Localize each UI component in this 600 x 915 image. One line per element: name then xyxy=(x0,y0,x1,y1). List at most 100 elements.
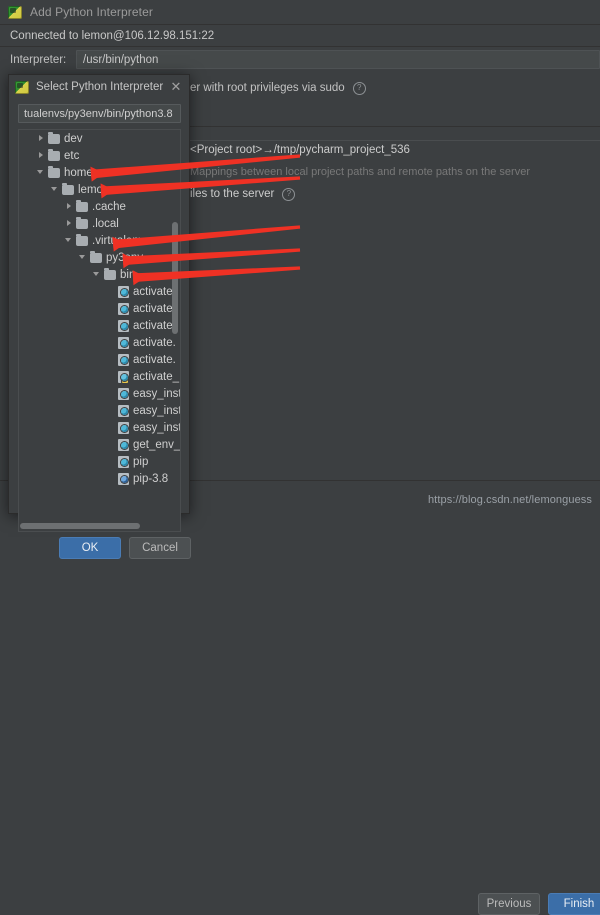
file-tree-list[interactable]: dev etc home lemon .cache .local .virtualenvs p… xyxy=(19,130,181,532)
tree-spacer xyxy=(107,355,116,364)
tree-item-lemon[interactable]: lemon xyxy=(19,181,181,198)
tree-spacer xyxy=(107,287,116,296)
chevron-down-icon[interactable] xyxy=(79,253,88,262)
tree-item-home[interactable]: home xyxy=(19,164,181,181)
tree-item-label: easy_inst xyxy=(133,405,181,417)
help-circle-icon[interactable]: ? xyxy=(282,188,295,201)
tree-item-etc[interactable]: etc xyxy=(19,147,181,164)
pycharm-app-icon xyxy=(8,6,22,19)
folder-icon xyxy=(104,270,116,280)
python-file-icon xyxy=(118,405,129,417)
tree-item-local[interactable]: .local xyxy=(19,215,181,232)
python-file-icon xyxy=(118,473,129,485)
tree-spacer xyxy=(107,338,116,347)
tree-item-label: activate. xyxy=(133,303,176,315)
chevron-right-icon[interactable] xyxy=(65,219,74,228)
tree-item-label: pip xyxy=(133,456,148,468)
python-file-icon xyxy=(118,286,129,298)
tree-item-activate[interactable]: activate. xyxy=(19,334,181,351)
tree-item-activate[interactable]: activate. xyxy=(19,317,181,334)
watermark-text: https://blog.csdn.net/lemonguess xyxy=(428,494,592,506)
interpreter-row: Interpreter: /usr/bin/python xyxy=(0,47,600,72)
tree-item-py3env[interactable]: py3env xyxy=(19,249,181,266)
tree-spacer xyxy=(107,406,116,415)
tree-item-label: activate. xyxy=(133,320,176,332)
finish-button[interactable]: Finish xyxy=(548,893,600,915)
python-file-icon xyxy=(118,371,129,383)
main-dialog-titlebar: Add Python Interpreter xyxy=(0,0,600,24)
tree-vertical-scrollbar[interactable] xyxy=(172,222,178,334)
tree-item-activate[interactable]: activate. xyxy=(19,300,181,317)
main-dialog-title: Add Python Interpreter xyxy=(30,5,153,19)
interpreter-path-value: tualenvs/py3env/bin/python3.8 xyxy=(24,108,173,120)
tree-item-pip38[interactable]: pip-3.8 xyxy=(19,470,181,487)
help-circle-icon[interactable]: ? xyxy=(353,82,366,95)
tree-item-easyinst[interactable]: easy_inst xyxy=(19,385,181,402)
tree-item-label: etc xyxy=(64,150,79,162)
python-file-icon xyxy=(118,303,129,315)
tree-item-label: pip-3.8 xyxy=(133,473,168,485)
tree-item-label: .local xyxy=(92,218,119,230)
tree-item-label: activate. xyxy=(133,337,176,349)
chevron-down-icon[interactable] xyxy=(37,168,46,177)
tree-item-label: easy_inst xyxy=(133,422,181,434)
tree-item-label: py3env xyxy=(106,252,143,264)
tree-item-easyinst[interactable]: easy_inst xyxy=(19,419,181,436)
select-python-interpreter-dialog: Select Python Interpreter ✕ tualenvs/py3… xyxy=(8,74,190,514)
python-file-icon xyxy=(118,320,129,332)
previous-button[interactable]: Previous xyxy=(478,893,540,915)
tree-spacer xyxy=(107,389,116,398)
connection-status-row: Connected to lemon@106.12.98.151:22 xyxy=(0,25,600,46)
ok-button[interactable]: OK xyxy=(59,537,121,559)
tree-item-label: .cache xyxy=(92,201,126,213)
path-mappings-hint: Mappings between local project paths and… xyxy=(190,166,600,180)
file-tree-panel[interactable]: dev etc home lemon .cache .local .virtualenvs p… xyxy=(18,129,181,532)
tree-item-virtualenvs[interactable]: .virtualenvs xyxy=(19,232,181,249)
interpreter-input[interactable]: /usr/bin/python xyxy=(76,50,600,69)
tree-spacer xyxy=(107,457,116,466)
path-mappings-row[interactable]: <Project root>→/tmp/pycharm_project_536 xyxy=(190,142,600,158)
tree-item-activate[interactable]: activate. xyxy=(19,351,181,368)
folder-icon xyxy=(90,253,102,263)
tree-spacer xyxy=(107,304,116,313)
tree-item-getenv[interactable]: get_env_ xyxy=(19,436,181,453)
tree-item-label: activate. xyxy=(133,354,176,366)
chevron-down-icon[interactable] xyxy=(65,236,74,245)
close-icon[interactable]: ✕ xyxy=(169,80,183,94)
tree-item-label: get_env_ xyxy=(133,439,180,451)
sudo-checkbox-row[interactable]: er with root privileges via sudo ? xyxy=(190,79,600,97)
tree-item-bin[interactable]: bin xyxy=(19,266,181,283)
tree-item-label: lemon xyxy=(78,184,109,196)
python-file-icon xyxy=(118,337,129,349)
tree-spacer xyxy=(107,372,116,381)
chevron-down-icon[interactable] xyxy=(51,185,60,194)
tree-horizontal-scrollbar[interactable] xyxy=(20,523,140,529)
chevron-down-icon[interactable] xyxy=(93,270,102,279)
python-file-icon xyxy=(118,388,129,400)
tree-item-label: activate xyxy=(133,286,173,298)
tree-item-label: activate_ xyxy=(133,371,179,383)
tree-item-cache[interactable]: .cache xyxy=(19,198,181,215)
tree-item-pip[interactable]: pip xyxy=(19,453,181,470)
auto-upload-row[interactable]: iles to the server ? xyxy=(190,186,600,202)
tree-item-activate[interactable]: activate xyxy=(19,283,181,300)
folder-icon xyxy=(48,168,60,178)
chevron-right-icon[interactable] xyxy=(37,134,46,143)
folder-icon xyxy=(62,185,74,195)
tree-item-easyinst[interactable]: easy_inst xyxy=(19,402,181,419)
python-file-icon xyxy=(118,422,129,434)
tree-item-dev[interactable]: dev xyxy=(19,130,181,147)
divider xyxy=(190,140,600,141)
tree-item-activate[interactable]: activate_ xyxy=(19,368,181,385)
tree-item-label: home xyxy=(64,167,93,179)
folder-icon xyxy=(76,236,88,246)
python-file-icon xyxy=(118,456,129,468)
chevron-right-icon[interactable] xyxy=(65,202,74,211)
interpreter-value: /usr/bin/python xyxy=(83,54,158,66)
tree-item-label: easy_inst xyxy=(133,388,181,400)
interpreter-path-input[interactable]: tualenvs/py3env/bin/python3.8 xyxy=(18,104,181,123)
pycharm-app-icon xyxy=(15,81,29,94)
divider xyxy=(190,126,600,127)
cancel-button[interactable]: Cancel xyxy=(129,537,191,559)
chevron-right-icon[interactable] xyxy=(37,151,46,160)
